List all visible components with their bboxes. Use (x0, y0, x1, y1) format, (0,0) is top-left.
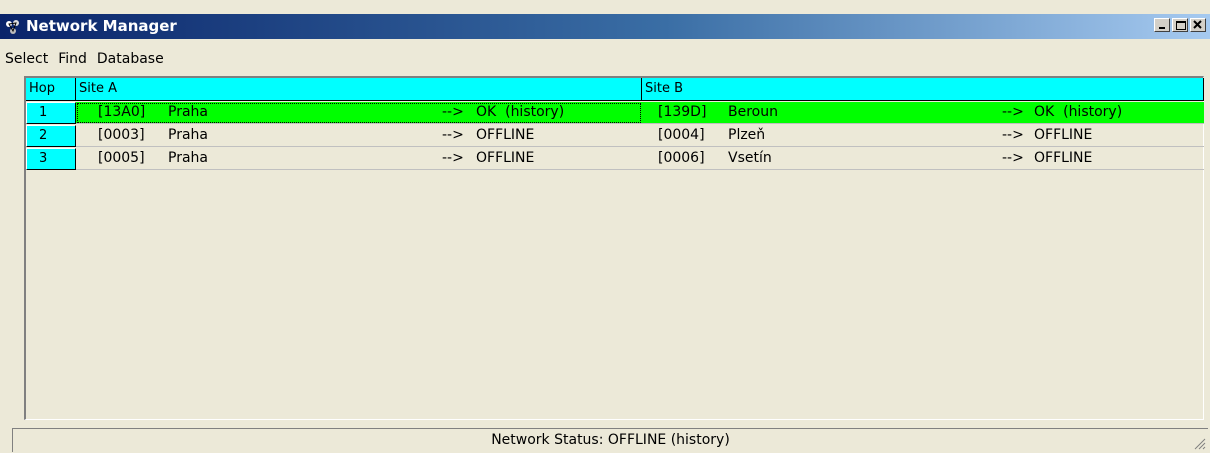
site-name: Beroun (728, 104, 778, 120)
menu-find[interactable]: Find (53, 51, 92, 67)
hop-grid[interactable]: Hop Site A Site B 1 [13A0] Praha --> OK … (24, 76, 1204, 420)
arrow: --> (1002, 150, 1024, 166)
site-a-cell[interactable]: [0005] Praha --> OFFLINE (76, 148, 642, 170)
site-name: Plzeň (728, 127, 766, 143)
status-bar: Network Status: OFFLINE (history) (12, 428, 1208, 452)
menu-select[interactable]: Select (0, 51, 53, 67)
minimize-button[interactable] (1154, 18, 1170, 32)
site-a-cell[interactable]: [13A0] Praha --> OK (history) (76, 102, 642, 124)
arrow: --> (1002, 104, 1024, 120)
table-row[interactable]: 1 [13A0] Praha --> OK (history) [139D] B… (26, 102, 1204, 126)
network-status-text: Network Status: OFFLINE (history) (491, 432, 730, 448)
hop-cell[interactable]: 2 (26, 125, 76, 147)
arrow: --> (442, 127, 464, 143)
site-b-cell[interactable]: [0004] Plzeň --> OFFLINE (642, 125, 1204, 147)
site-code: [139D] (658, 104, 707, 120)
hop-cell[interactable]: 1 (26, 102, 76, 124)
site-name: Praha (168, 150, 208, 166)
table-row[interactable]: 2 [0003] Praha --> OFFLINE [0004] Plzeň … (26, 125, 1204, 149)
header-site-b[interactable]: Site B (642, 78, 1204, 101)
site-name: Vsetín (728, 150, 772, 166)
site-code: [0003] (98, 127, 145, 143)
hop-cell[interactable]: 3 (26, 148, 76, 170)
site-b-cell[interactable]: [0006] Vsetín --> OFFLINE (642, 148, 1204, 170)
site-name: Praha (168, 127, 208, 143)
site-code: [13A0] (98, 104, 146, 120)
menu-database[interactable]: Database (92, 51, 169, 67)
maximize-button[interactable] (1172, 18, 1188, 32)
site-status: OFFLINE (476, 127, 535, 143)
arrow: --> (1002, 127, 1024, 143)
site-status: OK (history) (1034, 104, 1123, 120)
site-code: [0005] (98, 150, 145, 166)
header-hop[interactable]: Hop (26, 78, 76, 101)
site-status: OFFLINE (1034, 150, 1093, 166)
site-status: OFFLINE (1034, 127, 1093, 143)
arrow: --> (442, 150, 464, 166)
close-button[interactable] (1190, 18, 1206, 32)
site-status: OFFLINE (476, 150, 535, 166)
site-code: [0006] (658, 150, 705, 166)
site-name: Praha (168, 104, 208, 120)
close-icon (1193, 20, 1202, 29)
site-status: OK (history) (476, 104, 565, 120)
arrow: --> (442, 104, 464, 120)
site-b-cell[interactable]: [139D] Beroun --> OK (history) (642, 102, 1204, 124)
title-bar[interactable]: Network Manager (0, 14, 1210, 39)
network-app-icon (4, 18, 22, 36)
site-code: [0004] (658, 127, 705, 143)
resize-grip-icon[interactable] (1192, 436, 1206, 450)
header-site-a[interactable]: Site A (76, 78, 642, 101)
window-title: Network Manager (26, 17, 177, 35)
menu-bar: Select Find Database (0, 47, 169, 71)
site-a-cell[interactable]: [0003] Praha --> OFFLINE (76, 125, 642, 147)
table-row[interactable]: 3 [0005] Praha --> OFFLINE [0006] Vsetín… (26, 148, 1204, 172)
